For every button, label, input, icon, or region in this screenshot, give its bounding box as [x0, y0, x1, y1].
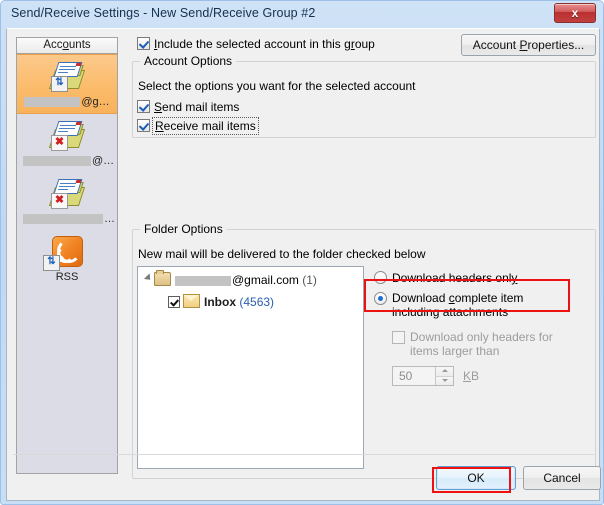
sidebar-item-account-3[interactable]: ✖ … [17, 172, 117, 230]
include-account-row[interactable]: Include the selected account in this gro… [137, 37, 375, 52]
account-options-title: Account Options [140, 54, 237, 68]
download-headers-only-label: Download headers only [392, 271, 518, 285]
sync-badge-icon: ⇅ [51, 76, 68, 92]
folder-options-title: Folder Options [140, 222, 227, 236]
account-options-description: Select the options you want for the sele… [138, 79, 416, 93]
inbox-checkbox[interactable] [168, 296, 180, 308]
screenshot-root: Send/Receive Settings - New Send/Receive… [0, 0, 604, 505]
send-mail-row[interactable]: Send mail items [137, 100, 239, 115]
download-complete-item-row[interactable]: Download complete item including attachm… [374, 291, 564, 319]
expand-triangle-icon[interactable] [143, 273, 154, 283]
folder-tree-panel[interactable]: @gmail.com (1) Inbox (4563) [137, 266, 364, 469]
close-icon: x [571, 6, 579, 20]
sidebar-item-label: @… [19, 155, 115, 168]
mail-account-error-icon: ✖ [19, 177, 115, 213]
settings-content: Include the selected account in this gro… [126, 29, 596, 502]
footer-divider [13, 454, 594, 455]
sync-badge-icon: ⇅ [43, 255, 60, 271]
tree-account-label: @gmail.com [232, 273, 299, 287]
receive-mail-row[interactable]: Receive mail items [137, 117, 259, 135]
tree-row-inbox[interactable]: Inbox (4563) [138, 289, 363, 311]
sidebar-item-account-1[interactable]: ⇅ @g… [17, 54, 117, 114]
send-mail-checkbox[interactable] [137, 100, 150, 113]
mail-account-error-icon: ✖ [19, 119, 115, 155]
ok-button-label: OK [467, 471, 485, 485]
account-properties-label: Account Properties... [472, 38, 585, 52]
dialog-window: Send/Receive Settings - New Send/Receive… [0, 0, 604, 505]
tree-inbox-count: (4563) [239, 295, 275, 309]
sidebar-item-label: @g… [19, 96, 115, 109]
tree-row-account[interactable]: @gmail.com (1) [138, 267, 363, 289]
cancel-button[interactable]: Cancel [523, 466, 601, 490]
size-threshold-stepper[interactable]: 50 [392, 366, 454, 386]
sidebar-item-rss[interactable]: ⇅ RSS [17, 230, 117, 288]
accounts-header: Accounts [16, 37, 118, 54]
download-only-headers-larger-checkbox[interactable] [392, 331, 405, 344]
cancel-button-label: Cancel [543, 471, 581, 485]
inbox-folder-icon [183, 294, 200, 308]
download-complete-item-radio[interactable] [374, 292, 387, 305]
download-complete-item-label: Download complete item including attachm… [392, 291, 524, 319]
stepper-down-icon[interactable] [436, 376, 453, 385]
title-bar: Send/Receive Settings - New Send/Receive… [1, 1, 603, 28]
dialog-client-area: Accounts ⇅ @g… ✖ @… ✖ … ⇅ RSS Include th… [6, 28, 601, 502]
ok-button[interactable]: OK [436, 466, 516, 490]
account-properties-button[interactable]: Account Properties... [461, 34, 596, 56]
mail-account-sync-icon: ⇅ [19, 60, 115, 96]
size-unit-label: KB [463, 369, 480, 383]
receive-mail-label: Receive mail items [152, 117, 259, 135]
window-title: Send/Receive Settings - New Send/Receive… [11, 6, 316, 20]
tree-inbox-label: Inbox [204, 295, 236, 309]
rss-feed-icon: ⇅ [19, 235, 115, 271]
tree-account-count: (1) [302, 273, 317, 287]
download-only-headers-larger-label: Download only headers for items larger t… [410, 330, 553, 358]
sidebar-item-label: … [19, 213, 115, 226]
stepper-up-icon[interactable] [436, 367, 453, 377]
sidebar-item-account-2[interactable]: ✖ @… [17, 114, 117, 172]
stepper-buttons[interactable] [435, 367, 453, 385]
accounts-list[interactable]: ⇅ @g… ✖ @… ✖ … ⇅ RSS [16, 54, 118, 474]
size-threshold-value[interactable]: 50 [393, 367, 435, 385]
accounts-header-label: Accounts [43, 39, 91, 51]
download-headers-only-radio[interactable] [374, 271, 387, 284]
error-badge-icon: ✖ [51, 193, 68, 209]
include-account-checkbox[interactable] [137, 37, 150, 50]
download-only-headers-larger-row[interactable]: Download only headers for items larger t… [392, 330, 572, 358]
download-headers-only-row[interactable]: Download headers only [374, 271, 517, 286]
receive-mail-checkbox[interactable] [137, 119, 150, 132]
error-badge-icon: ✖ [51, 135, 68, 151]
include-account-label: Include the selected account in this gro… [154, 37, 375, 51]
sidebar-item-label: RSS [55, 271, 79, 283]
folder-options-description: New mail will be delivered to the folder… [138, 247, 426, 261]
mailbox-folder-icon [154, 270, 171, 286]
close-button[interactable]: x [554, 3, 596, 23]
send-mail-label: Send mail items [154, 100, 240, 114]
